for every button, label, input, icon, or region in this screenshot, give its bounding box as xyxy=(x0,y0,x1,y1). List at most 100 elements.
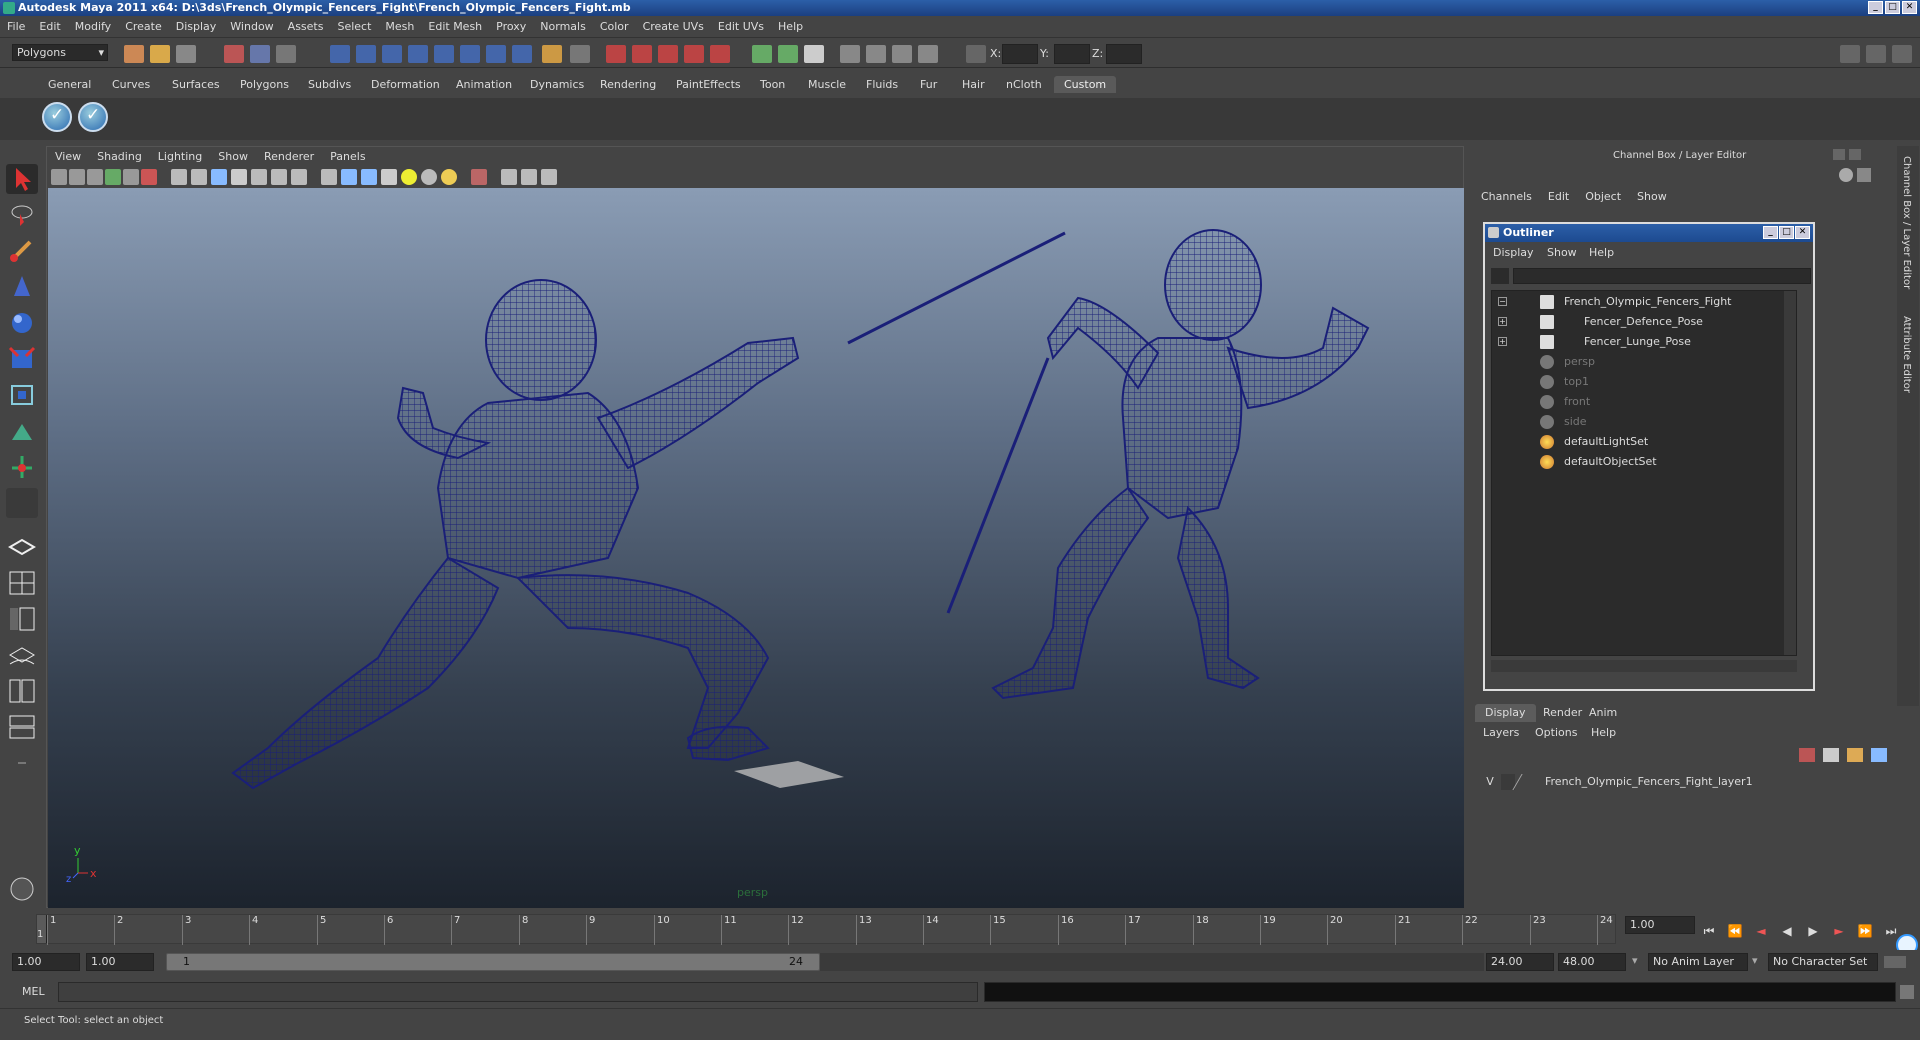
menu-mesh[interactable]: Mesh xyxy=(378,16,421,37)
snap-grid-icon[interactable] xyxy=(330,45,350,63)
graph-icon[interactable] xyxy=(918,45,938,63)
range-bar[interactable]: 1 24 xyxy=(166,953,820,971)
select-tool-icon[interactable] xyxy=(6,164,38,194)
panel-layout-icon[interactable] xyxy=(1840,45,1860,63)
outliner-item[interactable]: top1 xyxy=(1492,373,1782,391)
cb-menu-show[interactable]: Show xyxy=(1629,190,1675,203)
maximize-button[interactable]: □ xyxy=(1885,1,1900,14)
shelf-tab-general[interactable]: General xyxy=(38,76,101,93)
film-icon[interactable] xyxy=(892,45,912,63)
menu-proxy[interactable]: Proxy xyxy=(489,16,533,37)
menu-display[interactable]: Display xyxy=(169,16,224,37)
play-forwards-icon[interactable]: ▶ xyxy=(1804,924,1822,940)
shelf-tab-polygons[interactable]: Polygons xyxy=(230,76,299,93)
playback-start-field[interactable]: 1.00 xyxy=(86,953,154,971)
highlight-icon[interactable] xyxy=(471,169,487,185)
shelf-tab-dynamics[interactable]: Dynamics xyxy=(520,76,594,93)
render-icon[interactable] xyxy=(606,45,626,63)
create-layer-selected-icon[interactable] xyxy=(1871,748,1887,762)
checkmark-icon[interactable]: ✓ xyxy=(42,102,72,132)
lasso-tool-icon[interactable] xyxy=(6,200,38,230)
outliner-minimize-button[interactable]: _ xyxy=(1763,226,1778,239)
channel-toggle-icon[interactable] xyxy=(752,45,772,63)
layer-visibility-toggle[interactable]: V xyxy=(1483,774,1497,790)
outliner-search-input[interactable] xyxy=(1513,268,1811,284)
shelf-tab-ncloth[interactable]: nCloth xyxy=(996,76,1052,93)
expand-icon[interactable]: + xyxy=(1498,317,1507,326)
anim-end-field[interactable]: 48.00 xyxy=(1558,953,1626,971)
select-component-icon[interactable] xyxy=(276,45,296,63)
attribute-editor-toggle-icon[interactable] xyxy=(1892,45,1912,63)
scale-tool-icon[interactable] xyxy=(6,344,38,374)
outliner-menu-display[interactable]: Display xyxy=(1493,246,1534,259)
pin-icon[interactable] xyxy=(1857,168,1871,182)
step-forward-key-icon[interactable]: ⏩ xyxy=(1856,924,1874,940)
y-field[interactable] xyxy=(1054,44,1090,64)
help-icon[interactable] xyxy=(512,45,532,63)
anim-start-field[interactable]: 1.00 xyxy=(12,953,80,971)
time-ruler[interactable]: 1 2 3 4 5 6 7 8 9 10 11 12 13 14 15 16 17 18 19 20 21 22 23 24 1 xyxy=(36,914,1616,945)
render-settings-icon[interactable] xyxy=(658,45,678,63)
menu-assets[interactable]: Assets xyxy=(281,16,331,37)
channel-box-toggle-icon[interactable] xyxy=(1866,45,1886,63)
shelf-tab-fur[interactable]: Fur xyxy=(910,76,947,93)
command-input[interactable] xyxy=(58,982,978,1002)
step-back-key-icon[interactable]: ⏪ xyxy=(1726,924,1744,940)
go-to-start-icon[interactable]: ⏮ xyxy=(1700,924,1718,940)
step-forward-frame-icon[interactable]: ► xyxy=(1830,924,1848,940)
transform-mode-icon[interactable] xyxy=(966,45,986,63)
shelf-tab-fluids[interactable]: Fluids xyxy=(856,76,908,93)
menu-create-uvs[interactable]: Create UVs xyxy=(636,16,711,37)
layout-icon[interactable] xyxy=(866,45,886,63)
image-plane-icon[interactable] xyxy=(105,169,121,185)
layer-menu-help[interactable]: Help xyxy=(1591,726,1616,739)
side-tab-channel-box[interactable]: Channel Box / Layer Editor xyxy=(1901,156,1912,289)
outliner-item[interactable]: + Fencer_Defence_Pose xyxy=(1492,313,1782,331)
outliner-item[interactable]: − French_Olympic_Fencers_Fight xyxy=(1492,293,1782,311)
vp-menu-shading[interactable]: Shading xyxy=(89,147,150,167)
layer-menu-layers[interactable]: Layers xyxy=(1483,726,1519,739)
vp-menu-lighting[interactable]: Lighting xyxy=(150,147,210,167)
shelf-tab-animation[interactable]: Animation xyxy=(446,76,522,93)
gray-sphere-icon[interactable] xyxy=(421,169,437,185)
paint-select-tool-icon[interactable] xyxy=(6,236,38,266)
shelf-tab-muscle[interactable]: Muscle xyxy=(798,76,856,93)
gold-sphere-icon[interactable] xyxy=(441,169,457,185)
layer-name[interactable]: French_Olympic_Fencers_Fight_layer1 xyxy=(1545,774,1753,790)
shelf-tab-deformation[interactable]: Deformation xyxy=(361,76,450,93)
new-scene-icon[interactable] xyxy=(124,45,144,63)
select-hierarchy-icon[interactable] xyxy=(224,45,244,63)
camera-icon[interactable] xyxy=(840,45,860,63)
menu-create[interactable]: Create xyxy=(118,16,169,37)
outliner-item[interactable]: front xyxy=(1492,393,1782,411)
save-scene-icon[interactable] xyxy=(176,45,196,63)
xray-icon[interactable] xyxy=(321,169,337,185)
safe-frame-icon[interactable] xyxy=(521,169,537,185)
light-sphere-icon[interactable] xyxy=(401,169,417,185)
layout-outliner-icon[interactable] xyxy=(6,604,38,634)
script-editor-icon[interactable] xyxy=(6,874,38,904)
snap-surface-icon[interactable] xyxy=(434,45,454,63)
default-light-icon[interactable] xyxy=(231,169,247,185)
minimize-button[interactable]: _ xyxy=(1868,1,1883,14)
close-button[interactable]: ✕ xyxy=(1902,1,1917,14)
wireframe-icon[interactable] xyxy=(171,169,187,185)
3d-viewport[interactable]: y x z persp xyxy=(48,188,1464,908)
show-manipulator-icon[interactable] xyxy=(6,452,38,482)
command-language-label[interactable]: MEL xyxy=(22,985,45,998)
layout-four-icon[interactable] xyxy=(6,568,38,598)
layout-persp-graph-icon[interactable] xyxy=(6,712,38,742)
channel-options-icon[interactable] xyxy=(1839,168,1853,182)
move-tool-icon[interactable] xyxy=(6,272,38,302)
menu-file[interactable]: File xyxy=(0,16,32,37)
create-layer-icon[interactable] xyxy=(1847,748,1863,762)
auto-key-icon[interactable] xyxy=(1884,956,1906,968)
layout-hypershade-icon[interactable] xyxy=(6,676,38,706)
vp-menu-show[interactable]: Show xyxy=(210,147,256,167)
texture-toggle-icon[interactable] xyxy=(291,169,307,185)
history-icon[interactable] xyxy=(460,45,480,63)
current-time-indicator[interactable]: 1 xyxy=(37,915,47,943)
outliner-item[interactable]: defaultLightSet xyxy=(1492,433,1782,451)
attribute-toggle-icon[interactable] xyxy=(778,45,798,63)
layer-color-swatch[interactable] xyxy=(1512,774,1536,790)
